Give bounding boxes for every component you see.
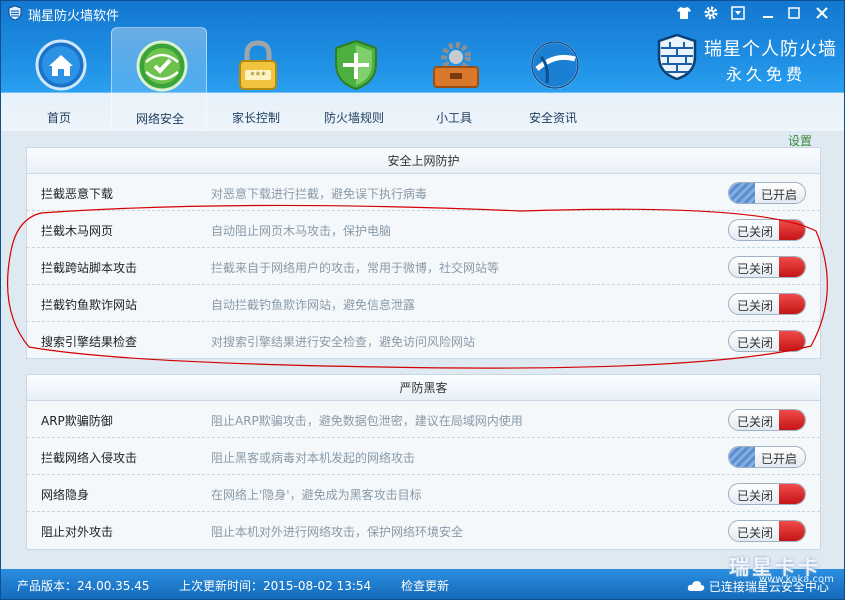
panel-title: 安全上网防护: [27, 148, 820, 174]
setting-name: 阻止对外攻击: [41, 525, 114, 539]
setting-row: 网络隐身 在网络上'隐身'，避免成为黑客攻击目标 已关闭: [27, 475, 820, 512]
tab-network-security[interactable]: 网络安全: [111, 27, 207, 131]
setting-name: 拦截网络入侵攻击: [41, 451, 138, 465]
setting-row: 拦截木马网页 自动阻止网页木马攻击，保护电脑 已关闭: [27, 211, 820, 248]
toggle-knob: [729, 447, 755, 467]
setting-description: 拦截来自于网络用户的攻击，常用于微博，社交网站等: [211, 261, 500, 275]
setting-name: 拦截跨站脚本攻击: [41, 261, 138, 275]
brick-shield-icon: [657, 33, 697, 81]
toggle-switch[interactable]: 已关闭: [728, 520, 806, 542]
check-update-link[interactable]: 检查更新: [401, 577, 449, 594]
setting-row: 拦截网络入侵攻击 阻止黑客或病毒对本机发起的网络攻击 已开启: [27, 438, 820, 475]
toggle-knob: [729, 183, 755, 203]
cloud-icon: [687, 581, 705, 591]
tab-tools[interactable]: 小工具: [406, 27, 502, 131]
toolbox-icon: [433, 42, 479, 88]
svg-text:***: ***: [250, 71, 266, 81]
toggle-knob: [779, 220, 805, 240]
tab-label: 安全资讯: [528, 111, 577, 125]
setting-row: ARP欺骗防御 阻止ARP欺骗攻击，避免数据包泄密，建议在局域网内使用 已关闭: [27, 401, 820, 438]
tab-security-news[interactable]: 安全资讯: [505, 27, 601, 131]
tab-home[interactable]: 首页: [11, 27, 107, 131]
app-title: 瑞星防火墙软件: [28, 9, 120, 24]
brand-banner: 瑞星个人防火墙 永久免费: [656, 31, 841, 89]
toggle-state: 已关闭: [737, 415, 774, 429]
toggle-switch[interactable]: 已关闭: [728, 409, 806, 431]
tab-label: 首页: [46, 111, 71, 125]
toggle-knob: [779, 410, 805, 430]
toggle-state: 已关闭: [737, 336, 774, 350]
tab-label: 防火墙规则: [323, 111, 384, 125]
minimize-icon[interactable]: [757, 3, 779, 23]
tab-firewall-rules[interactable]: 防火墙规则: [306, 27, 402, 131]
tab-parental-control[interactable]: *** 家长控制: [208, 27, 304, 131]
toggle-knob: [779, 484, 805, 504]
globe-icon: [531, 41, 579, 89]
setting-description: 阻止本机对外进行网络攻击，保护网络环境安全: [211, 525, 464, 539]
setting-description: 对搜索引擎结果进行安全检查，避免访问风险网站: [211, 335, 476, 349]
firewall-window: 瑞星防火墙软件 瑞星个人防火墙 永久免费 首页 网络安全 *** 家长控制 防火…: [0, 0, 845, 600]
panel-title: 严防黑客: [27, 375, 820, 401]
setting-row: 搜索引擎结果检查 对搜索引擎结果进行安全检查，避免访问风险网站 已关闭: [27, 322, 820, 359]
toggle-switch[interactable]: 已关闭: [728, 256, 806, 278]
setting-description: 自动拦截钓鱼欺诈网站，避免信息泄露: [211, 298, 416, 312]
menu-icon[interactable]: [727, 3, 749, 23]
toggle-switch[interactable]: 已关闭: [728, 219, 806, 241]
last-update-time: 上次更新时间：2015-08-02 13:54: [179, 579, 372, 593]
setting-description: 自动阻止网页木马攻击，保护电脑: [211, 224, 392, 238]
setting-description: 在网络上'隐身'，避免成为黑客攻击目标: [211, 488, 422, 502]
toggle-state: 已开启: [761, 188, 798, 202]
tab-label: 网络安全: [135, 112, 184, 126]
header: 瑞星防火墙软件 瑞星个人防火墙 永久免费 首页 网络安全 *** 家长控制 防火…: [1, 1, 844, 131]
tab-label: 小工具: [435, 111, 472, 125]
maximize-icon[interactable]: [783, 3, 805, 23]
toggle-switch[interactable]: 已关闭: [728, 483, 806, 505]
panel-anti-hacker: 严防黑客 ARP欺骗防御 阻止ARP欺骗攻击，避免数据包泄密，建议在局域网内使用…: [26, 374, 821, 550]
setting-row: 拦截跨站脚本攻击 拦截来自于网络用户的攻击，常用于微博，社交网站等 已关闭: [27, 248, 820, 285]
title-bar[interactable]: 瑞星防火墙软件: [1, 1, 844, 25]
toggle-switch[interactable]: 已关闭: [728, 330, 806, 352]
toggle-knob: [779, 331, 805, 351]
network-security-icon: [136, 40, 188, 92]
toggle-state: 已关闭: [737, 299, 774, 313]
toggle-knob: [779, 521, 805, 541]
toggle-state: 已开启: [761, 452, 798, 466]
toggle-switch[interactable]: 已关闭: [728, 293, 806, 315]
home-icon: [35, 39, 87, 91]
shield-icon: [335, 39, 377, 91]
gear-icon[interactable]: [700, 3, 722, 23]
setting-description: 对恶意下载进行拦截，避免误下执行病毒: [211, 187, 428, 201]
toggle-knob: [779, 257, 805, 277]
brand-tagline: 永久免费: [726, 65, 807, 84]
setting-name: 网络隐身: [41, 488, 90, 502]
setting-row: 阻止对外攻击 阻止本机对外进行网络攻击，保护网络环境安全 已关闭: [27, 512, 820, 549]
status-bar: 产品版本：24.00.35.45 上次更新时间：2015-08-02 13:54…: [1, 569, 844, 599]
setting-name: 搜索引擎结果检查: [41, 335, 138, 349]
app-logo-icon: [8, 5, 22, 21]
setting-name: 拦截钓鱼欺诈网站: [41, 298, 138, 312]
toggle-state: 已关闭: [737, 225, 774, 239]
brand-slogan: 瑞星个人防火墙: [704, 39, 837, 60]
toggle-state: 已关闭: [737, 489, 774, 503]
setting-description: 阻止ARP欺骗攻击，避免数据包泄密，建议在局域网内使用: [211, 414, 523, 428]
toggle-knob: [779, 294, 805, 314]
setting-row: 拦截恶意下载 对恶意下载进行拦截，避免误下执行病毒 已开启: [27, 174, 820, 211]
setting-description: 阻止黑客或病毒对本机发起的网络攻击: [211, 451, 416, 465]
close-icon[interactable]: [811, 3, 833, 23]
setting-name: 拦截恶意下载: [41, 187, 114, 201]
padlock-icon: ***: [239, 40, 277, 90]
setting-name: 拦截木马网页: [41, 224, 114, 238]
skin-icon[interactable]: [673, 3, 695, 23]
toggle-switch[interactable]: 已开启: [728, 182, 806, 204]
toggle-switch[interactable]: 已开启: [728, 446, 806, 468]
toggle-state: 已关闭: [737, 262, 774, 276]
watermark-url: www.kaka.com: [759, 574, 834, 585]
toggle-state: 已关闭: [737, 526, 774, 540]
setting-row: 拦截钓鱼欺诈网站 自动拦截钓鱼欺诈网站，避免信息泄露 已关闭: [27, 285, 820, 322]
panel-safe-browsing: 安全上网防护 拦截恶意下载 对恶意下载进行拦截，避免误下执行病毒 已开启 拦截木…: [26, 147, 821, 359]
setting-name: ARP欺骗防御: [41, 414, 113, 428]
tab-label: 家长控制: [231, 111, 280, 125]
product-version: 产品版本：24.00.35.45: [17, 579, 150, 593]
